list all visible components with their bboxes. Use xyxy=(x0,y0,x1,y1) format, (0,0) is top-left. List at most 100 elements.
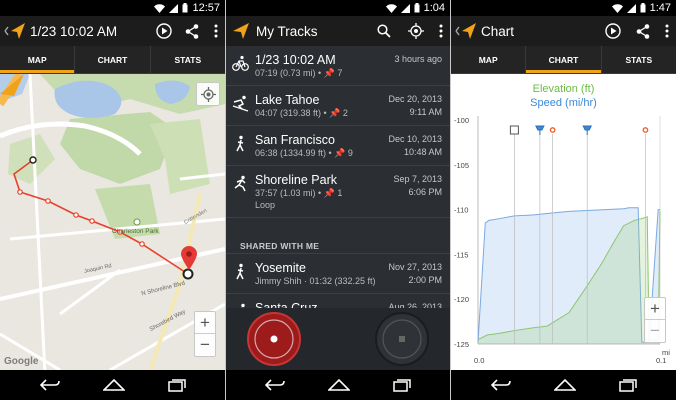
tab-map[interactable]: MAP xyxy=(0,46,76,73)
navigation-bar xyxy=(0,370,225,400)
mytracks-logo-icon xyxy=(4,23,25,39)
page-title: My Tracks xyxy=(256,23,318,39)
app-up-button[interactable] xyxy=(451,16,481,46)
y-tick-label: -120 xyxy=(454,295,469,304)
signal-icon xyxy=(169,3,179,13)
status-time: 1:47 xyxy=(649,2,671,14)
track-title: Shoreline Park xyxy=(255,173,337,187)
dot-icon xyxy=(549,127,556,133)
play-button[interactable] xyxy=(151,16,177,46)
track-time: 9:11 AM xyxy=(409,107,442,117)
pin-icon xyxy=(582,125,593,135)
track-date: Dec 20, 2013 xyxy=(388,94,442,104)
y-tick-label: -100 xyxy=(454,116,469,125)
zoom-in-button[interactable]: + xyxy=(195,312,215,334)
map-label-park: Charleston Park xyxy=(112,228,159,235)
y-tick-label: -110 xyxy=(454,206,468,215)
tab-map[interactable]: MAP xyxy=(451,46,527,73)
signal-icon xyxy=(400,3,410,13)
tab-bar: MAP CHART STATS xyxy=(451,46,676,74)
overflow-menu-button[interactable] xyxy=(432,16,450,46)
search-button[interactable] xyxy=(368,16,400,46)
list-item[interactable]: Yosemite Jimmy Shih · 01:32 (332.25 ft) … xyxy=(226,254,450,294)
my-location-button[interactable] xyxy=(196,82,220,106)
home-icon[interactable] xyxy=(553,379,576,391)
shared-section-header: SHARED WITH ME xyxy=(240,241,320,251)
map-view[interactable]: Charleston Park Joaquin Rd N Shoreline B… xyxy=(0,74,225,370)
x-tick-label: 0.1 xyxy=(656,356,666,365)
mytracks-logo-icon xyxy=(455,23,476,39)
back-icon[interactable] xyxy=(490,379,511,391)
overflow-menu-button[interactable] xyxy=(658,16,676,46)
track-title: 1/23 10:02 AM xyxy=(30,23,118,39)
back-icon[interactable] xyxy=(39,379,60,391)
share-button[interactable] xyxy=(177,16,207,46)
track-time: 2:00 PM xyxy=(408,275,442,285)
recording-controls xyxy=(226,308,450,370)
track-time: 10:48 AM xyxy=(403,147,442,157)
tab-chart[interactable]: CHART xyxy=(75,46,151,73)
zoom-out-button[interactable]: − xyxy=(645,320,665,342)
walk-icon xyxy=(236,263,244,280)
status-bar: 1:47 xyxy=(451,0,676,16)
ski-icon xyxy=(232,95,249,112)
map-screen: 12:57 1/23 10:02 AM MAP CHART STATS Char… xyxy=(0,0,225,400)
share-icon xyxy=(636,23,650,39)
elevation-speed-chart[interactable]: -100 -105 -110 -115 -120 -125 0.0 0.1mi xyxy=(451,74,676,370)
app-up-button[interactable] xyxy=(0,16,30,46)
tab-stats[interactable]: STATS xyxy=(151,46,225,73)
battery-icon xyxy=(640,3,646,13)
tab-chart[interactable]: CHART xyxy=(526,46,602,73)
play-button[interactable] xyxy=(598,16,628,46)
list-item[interactable]: San Francisco 06:38 (1334.99 ft) • 📌 9 D… xyxy=(226,126,450,166)
track-title: Lake Tahoe xyxy=(255,93,320,107)
battery-icon xyxy=(414,3,420,13)
page-title: Chart xyxy=(481,23,515,39)
record-button[interactable] xyxy=(246,311,302,367)
chart-zoom-controls: + − xyxy=(644,297,666,343)
tab-bar: MAP CHART STATS xyxy=(0,46,225,74)
zoom-in-button[interactable]: + xyxy=(645,298,665,320)
track-details: 04:07 (319.38 ft) • 📌 2 xyxy=(255,108,348,118)
end-marker-icon[interactable] xyxy=(181,246,197,270)
play-icon xyxy=(156,23,172,39)
list-item[interactable]: Lake Tahoe 04:07 (319.38 ft) • 📌 2 Dec 2… xyxy=(226,86,450,126)
gps-button[interactable] xyxy=(400,16,432,46)
chart-screen: 1:47 Chart MAP CHART STATS Elevation (ft… xyxy=(451,0,676,400)
y-tick-label: -115 xyxy=(454,250,468,259)
share-button[interactable] xyxy=(628,16,658,46)
battery-icon xyxy=(182,3,188,13)
back-icon[interactable] xyxy=(265,379,286,391)
overflow-menu-button[interactable] xyxy=(207,16,225,46)
y-tick-label: -125 xyxy=(454,340,469,349)
dot-icon xyxy=(642,127,649,133)
track-time: 6:06 PM xyxy=(408,187,442,197)
list-item[interactable]: Shoreline Park 37:57 (1.03 mi) • 📌 1 Loo… xyxy=(226,166,450,218)
home-icon[interactable] xyxy=(327,379,350,391)
track-title: Yosemite xyxy=(255,261,306,275)
run-icon xyxy=(234,175,246,192)
y-tick-label: -105 xyxy=(454,161,469,170)
x-axis-label: mi xyxy=(662,348,670,357)
home-icon[interactable] xyxy=(102,379,125,391)
wifi-icon xyxy=(611,3,623,13)
recents-icon[interactable] xyxy=(167,378,186,392)
tab-stats[interactable]: STATS xyxy=(602,46,676,73)
track-description: Loop xyxy=(255,200,276,210)
track-date: Sep 7, 2013 xyxy=(393,174,442,184)
action-bar: Chart xyxy=(451,16,676,46)
recents-icon[interactable] xyxy=(392,378,411,392)
track-date: 3 hours ago xyxy=(394,54,442,64)
gps-icon xyxy=(408,23,424,39)
recents-icon[interactable] xyxy=(618,378,637,392)
list-item[interactable]: 1/23 10:02 AM 07:19 (0.73 mi) • 📌 7 3 ho… xyxy=(226,46,450,86)
tracks-screen: 1:04 My Tracks 1/23 10:02 AM 07:19 (0.73… xyxy=(226,0,450,400)
mytracks-logo-icon xyxy=(233,23,249,39)
stop-button[interactable] xyxy=(374,311,430,367)
track-details: 37:57 (1.03 mi) • 📌 1 xyxy=(255,188,343,198)
track-details: 06:38 (1334.99 ft) • 📌 9 xyxy=(255,148,353,158)
zoom-out-button[interactable]: − xyxy=(195,334,215,356)
app-logo xyxy=(226,16,256,46)
track-title: San Francisco xyxy=(255,133,335,147)
my-location-icon xyxy=(200,86,216,102)
